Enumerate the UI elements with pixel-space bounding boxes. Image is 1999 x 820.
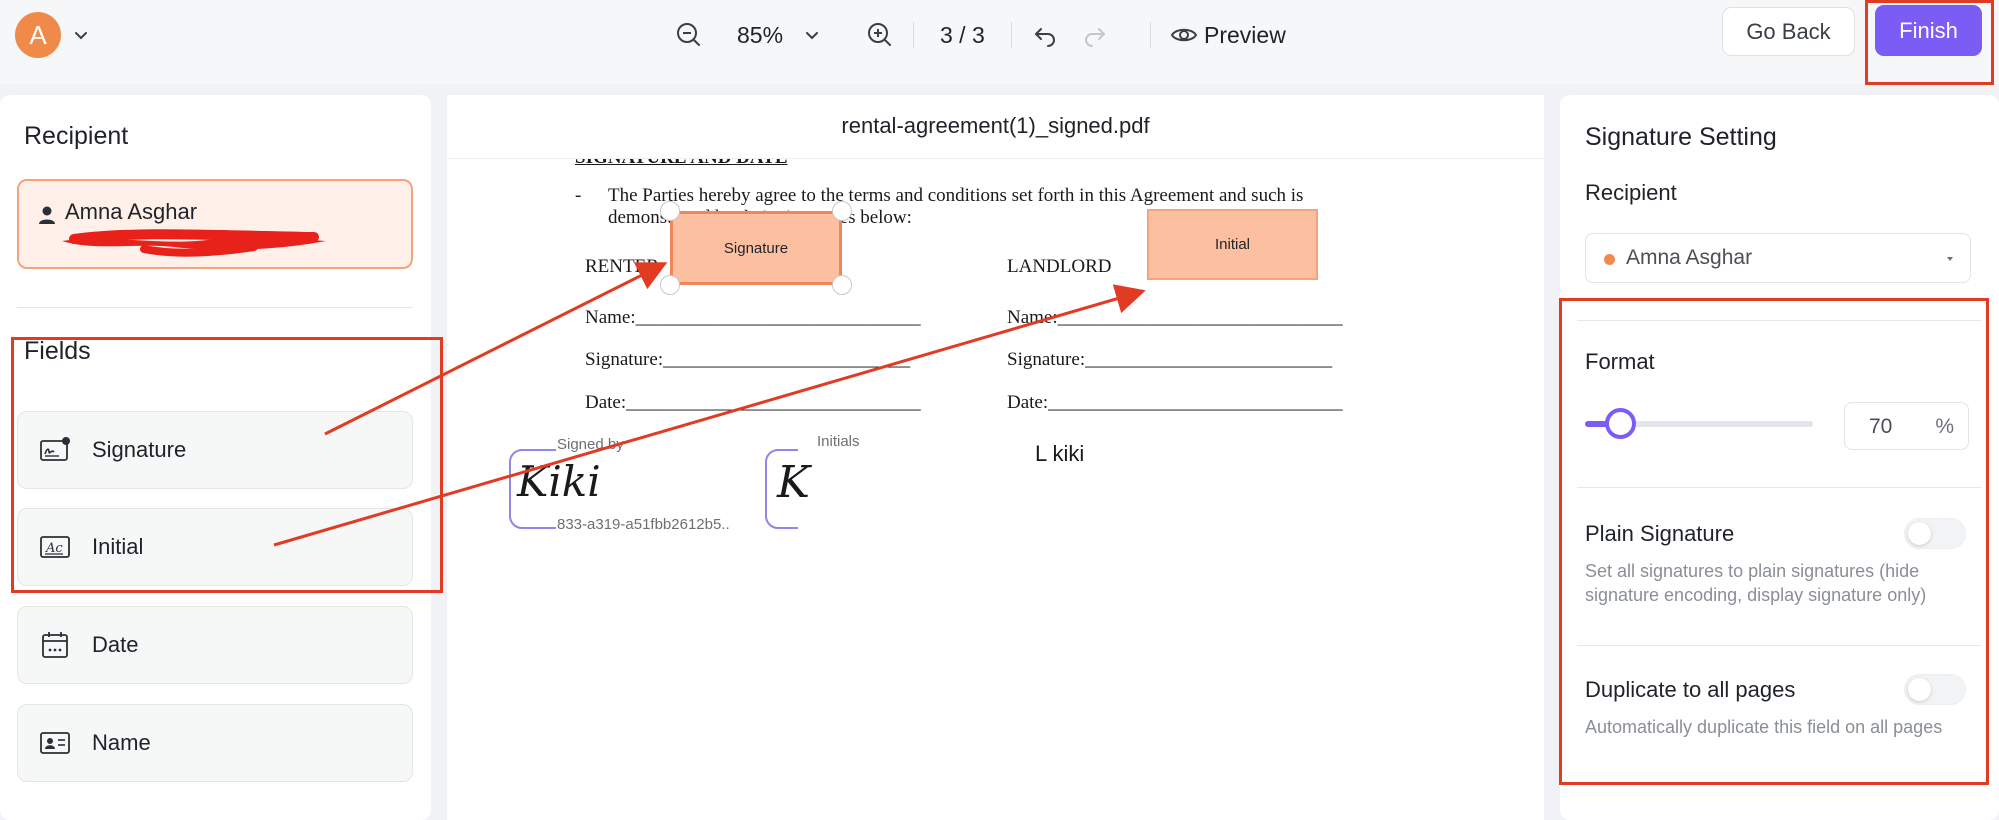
initials-label: Initials xyxy=(817,433,860,450)
plain-signature-label: Plain Signature xyxy=(1585,521,1735,546)
name-field-label: Name xyxy=(92,730,151,755)
calendar-icon xyxy=(38,628,72,662)
renter-date-line: Date:_______________________________ xyxy=(585,392,921,413)
duplicate-toggle[interactable] xyxy=(1904,674,1966,705)
redo-icon[interactable] xyxy=(1080,20,1110,50)
recipient-select[interactable]: Amna Asghar xyxy=(1585,233,1971,283)
date-field-button[interactable]: Date xyxy=(17,606,413,684)
preview-button[interactable]: Preview xyxy=(1170,18,1286,52)
recipient-select-value: Amna Asghar xyxy=(1626,246,1753,269)
settings-title: Signature Setting xyxy=(1585,123,1777,151)
initial-icon: Ac xyxy=(38,530,72,564)
resize-handle[interactable] xyxy=(832,275,852,295)
toolbar-divider xyxy=(1150,22,1151,48)
section-heading: SIGNATURE AND DATE xyxy=(575,147,788,168)
signature-field-label: Signature xyxy=(92,437,187,462)
eye-icon xyxy=(1170,28,1198,42)
signed-by-label: Signed by xyxy=(557,436,624,453)
signature-icon xyxy=(38,433,72,467)
signed-signature: Kiki xyxy=(517,457,601,506)
settings-recipient-label: Recipient xyxy=(1585,180,1677,205)
toolbar-divider xyxy=(1011,22,1012,48)
initial-field-button[interactable]: Ac Initial xyxy=(17,508,413,586)
signed-initials: K xyxy=(777,457,810,508)
zoom-out-icon[interactable] xyxy=(674,20,704,50)
renter-name-line: Name:______________________________ xyxy=(585,307,921,328)
redaction-scribble xyxy=(62,229,326,257)
zoom-dropdown-chevron-icon[interactable] xyxy=(797,20,827,50)
caret-down-icon xyxy=(1947,257,1953,261)
format-label: Format xyxy=(1585,349,1655,374)
toggle-knob xyxy=(1908,678,1931,701)
renter-label: RENTER xyxy=(585,256,659,277)
signature-hash: 833-a319-a51fbb2612b5.. xyxy=(557,516,730,533)
settings-divider xyxy=(1577,487,1981,488)
placed-initial-field[interactable]: Initial xyxy=(1147,209,1318,280)
date-field-label: Date xyxy=(92,632,139,657)
recipient-name: Amna Asghar xyxy=(65,199,198,224)
landlord-signed-name: L kiki xyxy=(1035,441,1085,466)
undo-icon[interactable] xyxy=(1030,20,1060,50)
landlord-date-line: Date:_______________________________ xyxy=(1007,392,1343,413)
name-card-icon xyxy=(38,726,72,760)
signature-field-text: Signature xyxy=(723,239,789,257)
signature-field-button[interactable]: Signature xyxy=(17,411,413,489)
panel-divider xyxy=(17,307,413,308)
zoom-in-icon[interactable] xyxy=(865,20,895,50)
percent-unit: % xyxy=(1935,415,1954,438)
initial-field-text: Initial xyxy=(1214,236,1251,253)
duplicate-description: Automatically duplicate this field on al… xyxy=(1585,717,1943,737)
duplicate-label: Duplicate to all pages xyxy=(1585,677,1796,702)
format-percent-input[interactable]: 70 % xyxy=(1844,402,1969,450)
paragraph-line-1: The Parties hereby agree to the terms an… xyxy=(608,185,1304,206)
go-back-button[interactable]: Go Back xyxy=(1722,7,1855,56)
landlord-label: LANDLORD xyxy=(1007,256,1112,277)
document-viewer: rental-agreement(1)_signed.pdf SIGNATURE… xyxy=(447,95,1544,820)
settings-divider xyxy=(1577,320,1981,321)
settings-divider xyxy=(1577,645,1981,646)
initial-field-label: Initial xyxy=(92,534,144,559)
finish-button[interactable]: Finish xyxy=(1875,5,1982,56)
bullet-dash: - xyxy=(575,185,582,206)
user-avatar[interactable]: A xyxy=(15,12,61,58)
page-indicator: 3 / 3 xyxy=(940,22,985,48)
plain-signature-toggle[interactable] xyxy=(1904,518,1966,549)
landlord-signature-line: Signature:__________________________ xyxy=(1007,349,1333,370)
resize-handle[interactable] xyxy=(660,201,680,221)
toolbar-divider xyxy=(913,22,914,48)
placed-signature-field[interactable]: Signature xyxy=(670,211,842,285)
plain-signature-description: Set all signatures to plain signatures (… xyxy=(1585,561,1927,605)
toggle-knob xyxy=(1908,522,1931,545)
resize-handle[interactable] xyxy=(832,201,852,221)
person-icon xyxy=(39,206,55,224)
chevron-down-icon[interactable] xyxy=(70,24,92,46)
format-slider-thumb[interactable] xyxy=(1604,408,1636,439)
preview-label: Preview xyxy=(1204,21,1286,48)
recipient-title: Recipient xyxy=(24,122,129,150)
landlord-name-line: Name:______________________________ xyxy=(1007,307,1343,328)
left-panel: Recipient Amna Asghar Fields Signature A… xyxy=(0,95,431,820)
resize-handle[interactable] xyxy=(660,275,680,295)
fields-title: Fields xyxy=(24,337,91,365)
signature-settings-panel: Signature Setting Recipient Amna Asghar … xyxy=(1560,95,1999,820)
top-toolbar: A 85% 3 / 3 Preview Go Back Finish xyxy=(0,0,1999,84)
format-slider[interactable] xyxy=(1585,408,1813,439)
document-file-name: rental-agreement(1)_signed.pdf xyxy=(841,113,1150,138)
recipient-color-dot xyxy=(1604,254,1615,265)
renter-signature-line: Signature:__________________________ xyxy=(585,349,911,370)
zoom-level[interactable]: 85% xyxy=(737,20,783,50)
document-page: SIGNATURE AND DATE - The Parties hereby … xyxy=(447,158,1544,820)
name-field-button[interactable]: Name xyxy=(17,704,413,782)
format-value: 70 xyxy=(1869,415,1893,438)
recipient-card[interactable]: Amna Asghar xyxy=(17,179,413,269)
